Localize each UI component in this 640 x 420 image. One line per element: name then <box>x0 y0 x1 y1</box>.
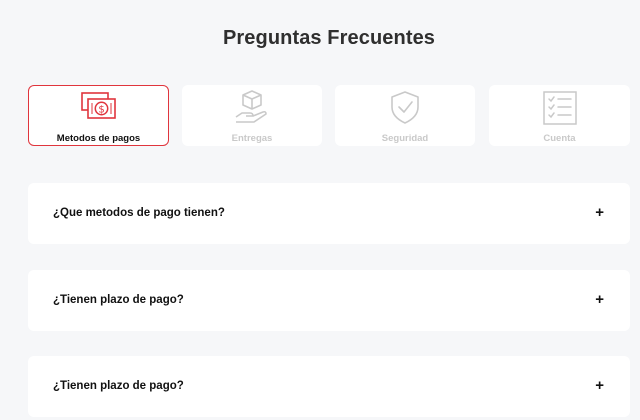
svg-text:$: $ <box>98 104 104 115</box>
tab-label: Metodos de pagos <box>56 133 141 144</box>
faq-question: ¿Tienen plazo de pago? <box>53 294 184 306</box>
package-hand-icon <box>232 89 272 134</box>
faq-question: ¿Tienen plazo de pago? <box>53 380 184 392</box>
shield-check-icon <box>385 89 425 134</box>
expand-icon[interactable]: + <box>595 270 604 331</box>
faq-question: ¿Que metodos de pago tienen? <box>53 207 225 219</box>
tab-metodos-de-pagos[interactable]: $ Metodos de pagos <box>28 85 169 146</box>
faq-item[interactable]: ¿Tienen plazo de pago? + <box>28 270 630 331</box>
expand-icon[interactable]: + <box>595 356 604 417</box>
tab-entregas[interactable]: Entregas <box>182 85 322 146</box>
money-icon: $ <box>79 90 119 135</box>
tab-seguridad[interactable]: Seguridad <box>335 85 475 146</box>
tab-label: Entregas <box>231 133 273 144</box>
checklist-icon <box>540 89 580 134</box>
tab-label: Cuenta <box>543 133 576 144</box>
tab-label: Seguridad <box>381 133 429 144</box>
page-title: Preguntas Frecuentes <box>222 27 436 49</box>
expand-icon[interactable]: + <box>595 183 604 244</box>
faq-item[interactable]: ¿Que metodos de pago tienen? + <box>28 183 630 244</box>
faq-item[interactable]: ¿Tienen plazo de pago? + <box>28 356 630 417</box>
tab-cuenta[interactable]: Cuenta <box>489 85 630 146</box>
